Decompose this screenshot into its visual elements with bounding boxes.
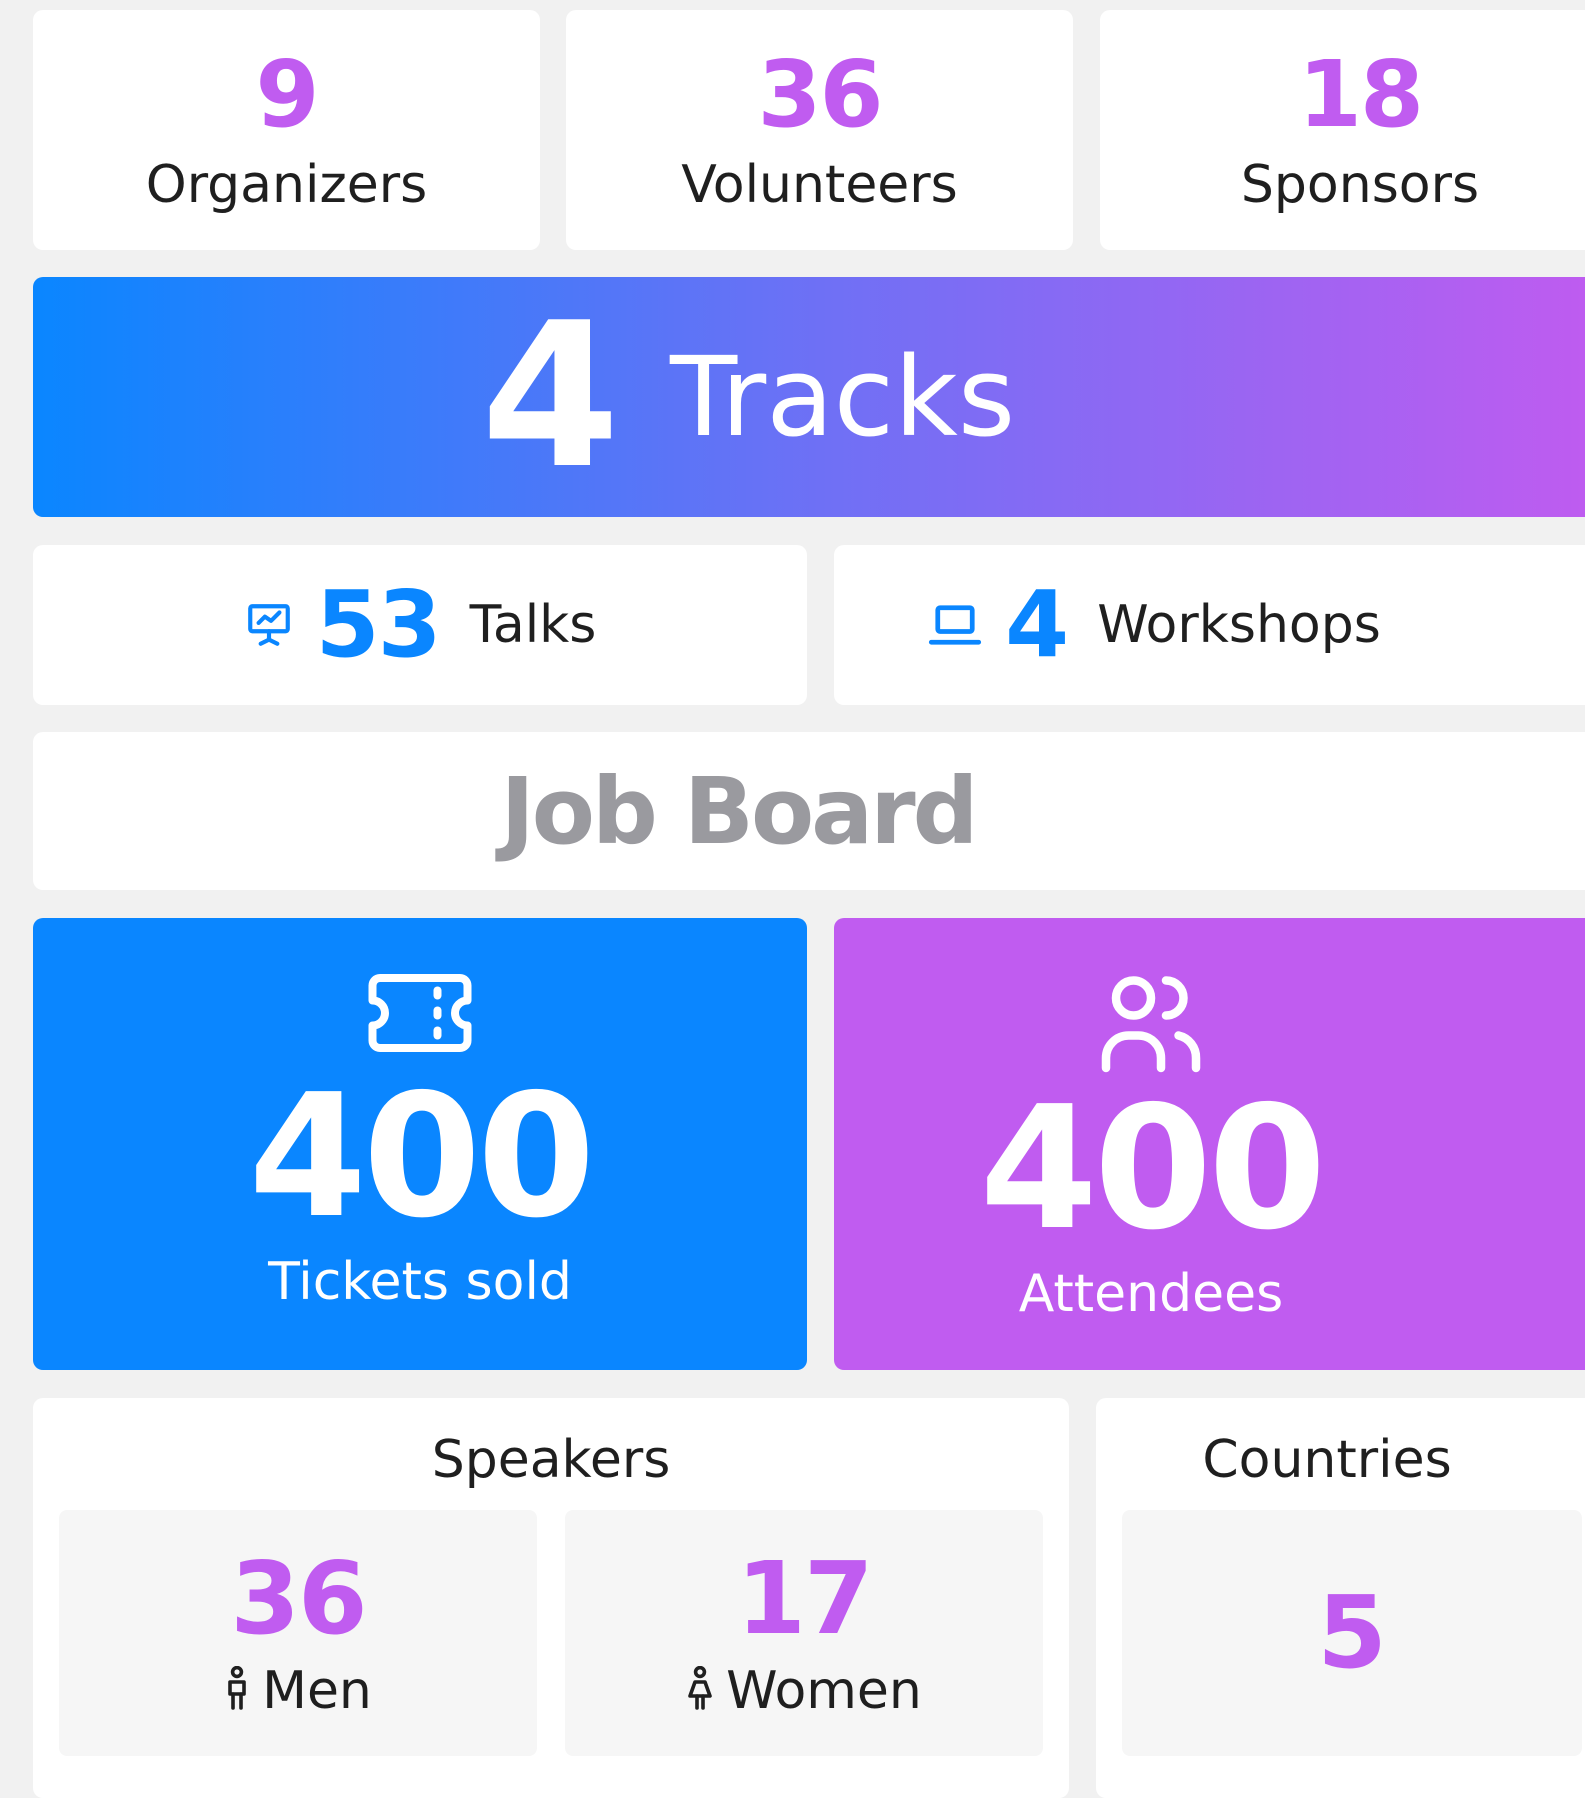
men-label: Men <box>262 1661 372 1721</box>
ticket-icon <box>365 918 475 1058</box>
tracks-count: 4 <box>480 280 620 513</box>
laptop-icon <box>927 600 983 650</box>
volunteers-label: Volunteers <box>681 155 958 215</box>
male-icon <box>224 1665 250 1717</box>
speakers-card: Speakers 36 Men 17 Women <box>33 1398 1069 1798</box>
organizers-card: 9 Organizers <box>33 10 540 250</box>
tickets-label: Tickets sold <box>268 1252 572 1312</box>
women-count: 17 <box>736 1540 873 1657</box>
users-icon <box>1096 918 1206 1078</box>
sponsors-label: Sponsors <box>1240 155 1480 215</box>
workshops-card: 4 Workshops <box>834 545 1585 705</box>
countries-count: 5 <box>1317 1574 1387 1691</box>
speakers-title: Speakers <box>431 1430 671 1490</box>
tickets-card: 400 Tickets sold <box>33 918 807 1370</box>
attendees-label: Attendees <box>1018 1264 1284 1324</box>
workshops-count: 4 <box>1005 571 1069 678</box>
sponsors-count: 18 <box>1297 41 1424 148</box>
job-board-label: Job Board <box>500 757 979 865</box>
organizers-label: Organizers <box>145 155 428 215</box>
speakers-women: 17 Women <box>565 1510 1043 1756</box>
tracks-label: Tracks <box>670 333 1016 461</box>
women-label: Women <box>726 1661 922 1721</box>
talks-card: 53 Talks <box>33 545 807 705</box>
countries-title: Countries <box>1202 1430 1452 1490</box>
female-icon <box>686 1665 714 1717</box>
talks-label: Talks <box>469 595 597 655</box>
tracks-banner: 4 Tracks <box>33 277 1585 517</box>
job-board-card[interactable]: Job Board <box>33 732 1585 890</box>
speakers-men: 36 Men <box>59 1510 537 1756</box>
presentation-icon <box>244 600 294 650</box>
sponsors-card: 18 Sponsors <box>1100 10 1585 250</box>
talks-count: 53 <box>315 571 442 678</box>
countries-card: Countries 5 <box>1096 1398 1585 1798</box>
volunteers-card: 36 Volunteers <box>566 10 1073 250</box>
workshops-label: Workshops <box>1097 595 1381 655</box>
tickets-count: 400 <box>248 1058 596 1256</box>
organizers-count: 9 <box>255 41 319 148</box>
volunteers-count: 36 <box>757 41 883 148</box>
attendees-count: 400 <box>979 1070 1327 1268</box>
men-count: 36 <box>230 1540 367 1657</box>
attendees-card: 400 Attendees <box>834 918 1585 1370</box>
countries-count-box: 5 <box>1122 1510 1582 1756</box>
